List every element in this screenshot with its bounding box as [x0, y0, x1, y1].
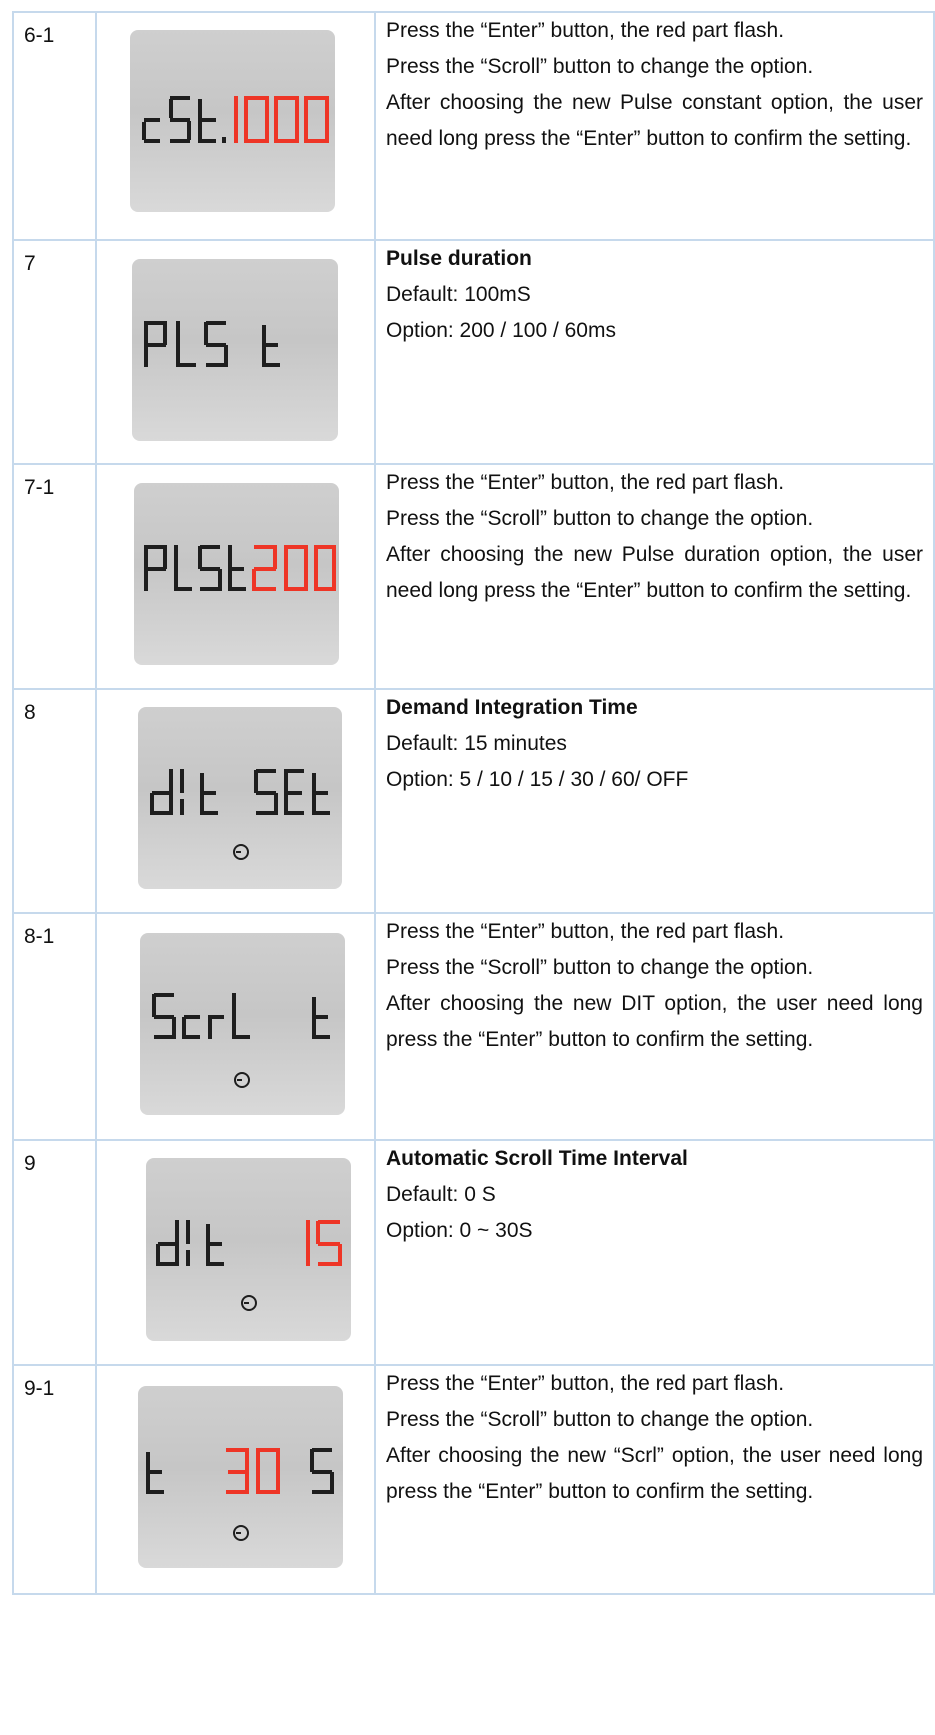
- table-row: 7-1 Press the “Enter” button, the red pa…: [12, 463, 935, 690]
- lcd-text-black: [150, 769, 330, 815]
- table-row: 8-1 Press the “Enter” button, the red pa…: [12, 912, 935, 1141]
- step-number: 7-1: [12, 463, 97, 690]
- default-value: Default: 0 S: [386, 1183, 496, 1206]
- description-cell: Press the “Enter” button, the red part f…: [374, 11, 935, 241]
- settings-table: 6-1 Press the “Enter” button, the red pa…: [12, 11, 935, 1595]
- step-number: 8: [12, 688, 97, 914]
- option-values: Option: 5 / 10 / 15 / 30 / 60/ OFF: [386, 768, 689, 791]
- instruction-line: After choosing the new DIT option, the u…: [386, 992, 923, 1051]
- lcd-display-cell: [95, 11, 376, 241]
- lcd-text-red: [226, 1448, 280, 1494]
- lcd-display: [146, 1158, 351, 1341]
- lcd-text-red: [306, 1220, 342, 1266]
- lcd-display-cell: [95, 1364, 376, 1595]
- lcd-display-cell: [95, 1139, 376, 1366]
- step-number: 6-1: [12, 11, 97, 241]
- description-cell: Automatic Scroll Time Interval Default: …: [374, 1139, 935, 1366]
- default-value: Default: 15 minutes: [386, 732, 567, 755]
- instruction-line: Press the “Scroll” button to change the …: [386, 956, 814, 979]
- description-cell: Press the “Enter” button, the red part f…: [374, 463, 935, 690]
- lcd-display: [140, 933, 345, 1115]
- instruction-line: After choosing the new Pulse constant op…: [386, 91, 923, 150]
- instruction-line: Press the “Enter” button, the red part f…: [386, 19, 785, 42]
- description-cell: Demand Integration Time Default: 15 minu…: [374, 688, 935, 914]
- lcd-text-black: [152, 993, 330, 1039]
- lcd-text-black: [156, 1220, 224, 1266]
- clock-icon: [234, 1072, 250, 1088]
- option-values: Option: 200 / 100 / 60ms: [386, 319, 616, 342]
- instruction-line: Press the “Scroll” button to change the …: [386, 1408, 814, 1431]
- lcd-display: [130, 30, 335, 212]
- description-cell: Pulse duration Default: 100mS Option: 20…: [374, 239, 935, 465]
- description-cell: Press the “Enter” button, the red part f…: [374, 1364, 935, 1595]
- instruction-line: Press the “Enter” button, the red part f…: [386, 471, 785, 494]
- instruction-line: Press the “Scroll” button to change the …: [386, 507, 814, 530]
- lcd-display: [134, 483, 339, 665]
- step-number: 9: [12, 1139, 97, 1366]
- description-cell: Press the “Enter” button, the red part f…: [374, 912, 935, 1141]
- step-number: 8-1: [12, 912, 97, 1141]
- instruction-line: Press the “Enter” button, the red part f…: [386, 1372, 785, 1395]
- step-number: 7: [12, 239, 97, 465]
- table-row: 6-1 Press the “Enter” button, the red pa…: [12, 11, 935, 241]
- option-values: Option: 0 ~ 30S: [386, 1219, 533, 1242]
- clock-icon: [233, 844, 249, 860]
- instruction-line: Press the “Scroll” button to change the …: [386, 55, 814, 78]
- setting-title: Demand Integration Time: [386, 696, 638, 719]
- setting-title: Automatic Scroll Time Interval: [386, 1147, 688, 1170]
- table-row: 8 Demand Integration Time Default: 15 mi…: [12, 688, 935, 914]
- instruction-line: Press the “Enter” button, the red part f…: [386, 920, 785, 943]
- lcd-display-cell: [95, 463, 376, 690]
- lcd-display-cell: [95, 239, 376, 465]
- lcd-text-red: [234, 96, 329, 143]
- settings-table-document: 6-1 Press the “Enter” button, the red pa…: [12, 11, 935, 1595]
- clock-icon: [233, 1525, 249, 1541]
- default-value: Default: 100mS: [386, 283, 531, 306]
- instruction-line: After choosing the new “Scrl” option, th…: [386, 1444, 923, 1503]
- lcd-text-black: [142, 96, 226, 143]
- lcd-text-red: [252, 545, 336, 591]
- lcd-display-cell: [95, 912, 376, 1141]
- table-row: 9 Automatic Scroll Time Interval Default…: [12, 1139, 935, 1366]
- lcd-text-black: [144, 321, 280, 367]
- lcd-display: [132, 259, 338, 441]
- table-row: 7 Pulse duration Default: 100mS Option: …: [12, 239, 935, 465]
- step-number: 9-1: [12, 1364, 97, 1595]
- instruction-line: After choosing the new Pulse duration op…: [386, 543, 923, 602]
- lcd-display: [138, 1386, 343, 1568]
- lcd-text-black: [144, 545, 246, 591]
- lcd-display-cell: [95, 688, 376, 914]
- clock-icon: [241, 1295, 257, 1311]
- table-row: 9-1 Press the “Enter” button, the red pa…: [12, 1364, 935, 1595]
- lcd-display: [138, 707, 342, 889]
- setting-title: Pulse duration: [386, 247, 532, 270]
